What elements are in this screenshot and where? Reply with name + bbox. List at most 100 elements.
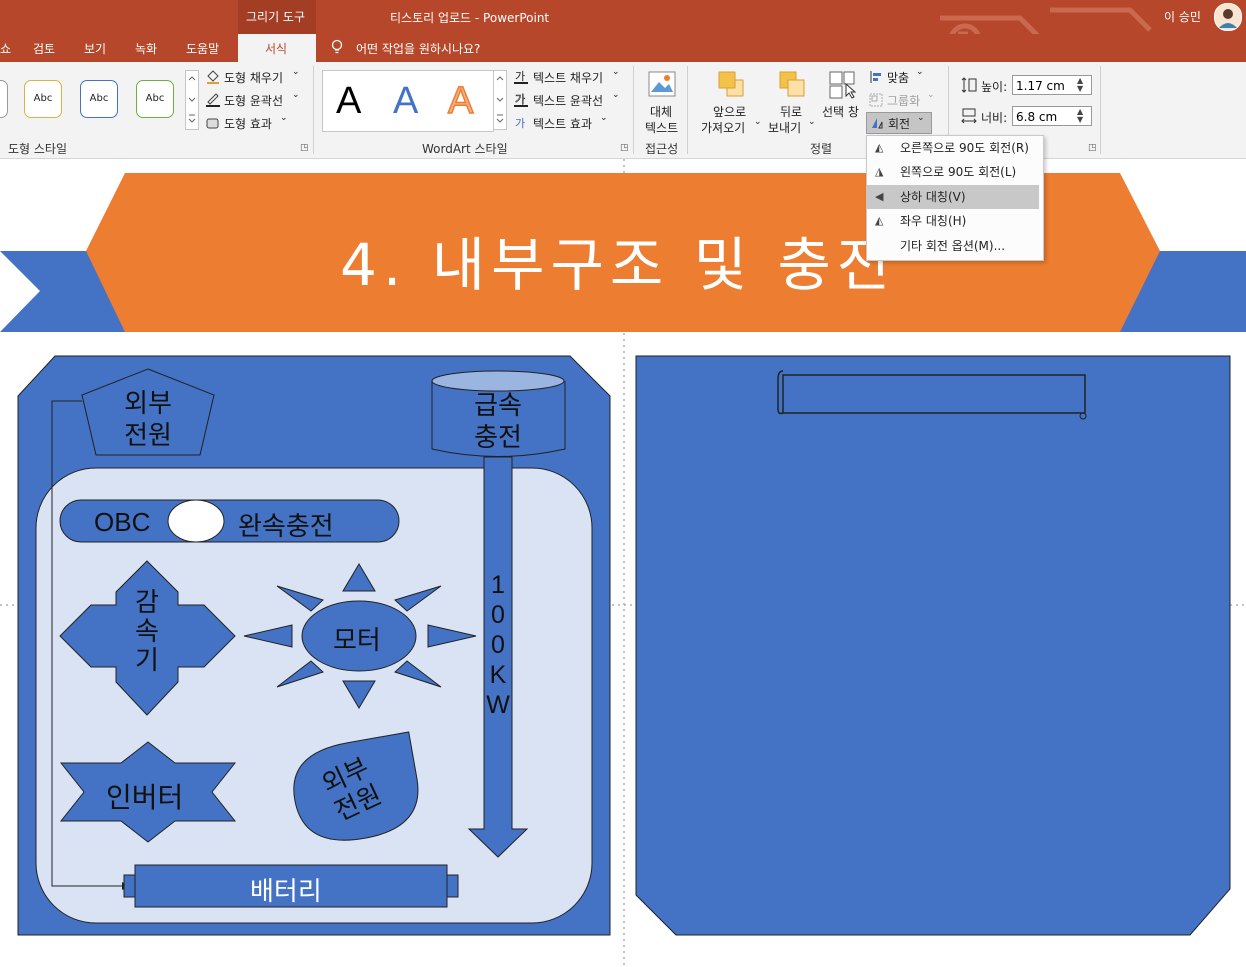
bring-forward-label-2[interactable]: 가져오기 bbox=[701, 119, 745, 136]
rotate-right-icon: ◭ bbox=[875, 141, 884, 154]
alt-text-icon[interactable] bbox=[647, 70, 677, 100]
shape-fill-button[interactable]: 도형 채우기 bbox=[224, 69, 283, 86]
ribbon-separator bbox=[687, 66, 688, 154]
text-effects-icon: 가 bbox=[513, 115, 529, 131]
svg-text:가: 가 bbox=[515, 70, 525, 83]
text-outline-icon: 가 bbox=[513, 92, 529, 108]
flip-vertical-icon: ◀ bbox=[875, 190, 884, 203]
svg-text:가: 가 bbox=[515, 117, 525, 130]
menu-item-flip-horizontal[interactable]: ◭ 좌우 대칭(H) bbox=[867, 209, 1039, 233]
fast-charge-label[interactable]: 급속 충전 bbox=[468, 390, 528, 454]
text-fill-button[interactable]: 텍스트 채우기 bbox=[533, 69, 603, 86]
tab-help[interactable]: 도움말 bbox=[186, 40, 219, 57]
contextual-group-label: 그리기 도구 bbox=[246, 10, 306, 24]
avatar[interactable] bbox=[1214, 3, 1242, 31]
pen-icon bbox=[205, 92, 221, 107]
text-outline-button[interactable]: 텍스트 윤곽선 bbox=[533, 92, 603, 109]
chevron-down-icon: ⌄ bbox=[612, 90, 620, 100]
flip-horizontal-icon: ◭ bbox=[875, 214, 884, 227]
wordart-orange[interactable]: A bbox=[447, 79, 474, 123]
send-backward-label-1[interactable]: 뒤로 bbox=[780, 103, 802, 120]
alt-text-label-2[interactable]: 텍스트 bbox=[645, 119, 678, 136]
width-label: 너비: bbox=[981, 111, 1008, 125]
chevron-down-icon: ⌄ bbox=[292, 67, 300, 77]
menu-item-more-rotation[interactable]: 기타 회전 옵션(M)... bbox=[867, 234, 1039, 258]
wordart-group-label: WordArt 스타일 bbox=[422, 142, 508, 156]
chevron-down-icon: ⌄ bbox=[292, 90, 300, 100]
arrange-group-label: 정렬 bbox=[810, 142, 833, 156]
paint-bucket-icon bbox=[205, 69, 221, 84]
shape-style-sample[interactable] bbox=[0, 80, 8, 118]
external-power-label[interactable]: 외부 전원 bbox=[120, 388, 176, 452]
height-label: 높이: bbox=[981, 80, 1008, 94]
power-100kw-label[interactable]: 100KW bbox=[485, 570, 511, 720]
chevron-down-icon: ⌄ bbox=[916, 67, 924, 77]
text-effects-button[interactable]: 텍스트 효과 bbox=[533, 115, 592, 132]
rotate-icon bbox=[870, 115, 884, 129]
tell-me-input[interactable]: 어떤 작업을 원하시나요? bbox=[356, 40, 480, 57]
chevron-down-icon: ⌄ bbox=[917, 113, 925, 123]
ribbon-separator bbox=[633, 66, 634, 154]
shape-outline-button[interactable]: 도형 윤곽선 bbox=[224, 92, 283, 109]
shape-style-blue[interactable]: Abc bbox=[80, 80, 118, 118]
wordart-blue[interactable]: A bbox=[393, 80, 418, 123]
tab-view[interactable]: 보기 bbox=[84, 40, 106, 57]
width-icon bbox=[960, 107, 978, 125]
menu-item-rotate-right-90[interactable]: ◭ 오른쪽으로 90도 회전(R) bbox=[867, 136, 1039, 160]
group-button[interactable]: 그룹화 bbox=[887, 92, 920, 109]
user-name[interactable]: 이 승민 bbox=[1164, 8, 1201, 25]
obc-label[interactable]: OBC bbox=[94, 507, 150, 538]
send-backward-label-2[interactable]: 보내기 bbox=[768, 119, 801, 136]
dialog-launcher-icon[interactable]: ◳ bbox=[300, 143, 309, 153]
tab-record[interactable]: 녹화 bbox=[135, 40, 157, 57]
chevron-down-icon: ⌄ bbox=[754, 117, 762, 127]
shape-style-scroll[interactable] bbox=[185, 70, 199, 130]
window-title: 티스토리 업로드 - PowerPoint bbox=[390, 11, 550, 25]
alt-text-label-1[interactable]: 대체 bbox=[650, 103, 672, 120]
bring-forward-icon[interactable] bbox=[717, 70, 745, 98]
shape-styles-group-label: 도형 스타일 bbox=[8, 142, 68, 156]
ribbon-separator bbox=[313, 66, 314, 154]
bring-forward-label-1[interactable]: 앞으로 bbox=[713, 103, 746, 120]
lightbulb-icon bbox=[330, 39, 344, 55]
rotate-label[interactable]: 회전 bbox=[888, 115, 910, 132]
tab-format[interactable]: 서식 bbox=[265, 40, 287, 57]
chevron-down-icon: ⌄ bbox=[808, 117, 816, 127]
width-spinner[interactable]: ▲ ▼ bbox=[1077, 108, 1083, 124]
chevron-down-icon: ⌄ bbox=[927, 90, 935, 100]
reducer-label[interactable]: 감속기 bbox=[132, 589, 162, 676]
motor-label[interactable]: 모터 bbox=[333, 620, 381, 657]
battery-label[interactable]: 배터리 bbox=[250, 871, 322, 908]
tab-review[interactable]: 검토 bbox=[33, 40, 55, 57]
align-button[interactable]: 맞춤 bbox=[887, 69, 909, 86]
shape-style-green[interactable]: Abc bbox=[136, 80, 174, 118]
slow-charge-label[interactable]: 완속충전 bbox=[238, 506, 334, 543]
dialog-launcher-icon[interactable]: ◳ bbox=[620, 143, 629, 153]
shape-effects-button[interactable]: 도형 효과 bbox=[224, 115, 272, 132]
height-spinner[interactable]: ▲ ▼ bbox=[1077, 77, 1083, 93]
chevron-down-icon: ⌄ bbox=[612, 67, 620, 77]
menu-item-flip-vertical[interactable]: ◀ 상하 대칭(V) bbox=[867, 185, 1039, 209]
wordart-black[interactable]: A bbox=[336, 80, 361, 123]
menu-item-rotate-left-90[interactable]: ◮ 왼쪽으로 90도 회전(L) bbox=[867, 160, 1039, 184]
svg-text:가: 가 bbox=[515, 93, 525, 106]
align-icon bbox=[869, 69, 883, 83]
ribbon-separator bbox=[1100, 66, 1101, 154]
shape-style-gold[interactable]: Abc bbox=[24, 80, 62, 118]
height-icon bbox=[960, 76, 978, 94]
rotate-left-icon: ◮ bbox=[875, 165, 884, 178]
tab-slideshow[interactable]: 쇼 bbox=[0, 40, 11, 57]
chevron-down-icon: ⌄ bbox=[600, 113, 608, 123]
inverter-label[interactable]: 인버터 bbox=[106, 776, 183, 816]
group-icon bbox=[869, 92, 883, 107]
wordart-scroll[interactable] bbox=[493, 70, 507, 130]
dialog-launcher-icon[interactable]: ◳ bbox=[1088, 143, 1097, 153]
slide-title[interactable]: 4. 내부구조 및 충전 bbox=[340, 218, 896, 302]
shape-effects-icon bbox=[205, 115, 221, 129]
selection-pane-button[interactable]: 선택 창 bbox=[822, 103, 859, 120]
selection-pane-icon[interactable] bbox=[828, 70, 858, 100]
send-backward-icon[interactable] bbox=[778, 70, 806, 98]
accessibility-group-label: 접근성 bbox=[645, 142, 679, 156]
chevron-down-icon: ⌄ bbox=[280, 113, 288, 123]
text-fill-icon: 가 bbox=[513, 69, 529, 85]
